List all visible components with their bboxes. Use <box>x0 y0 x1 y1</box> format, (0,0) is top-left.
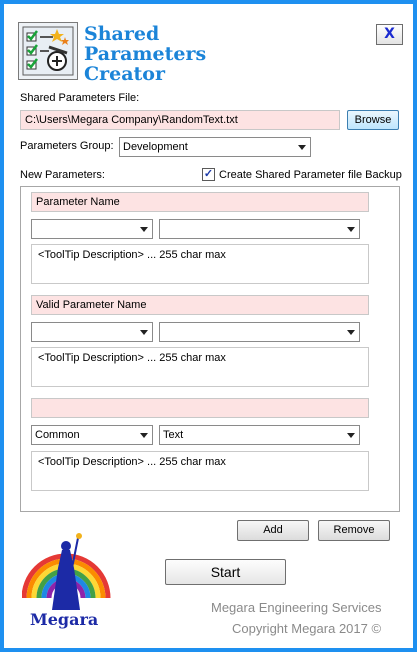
copyright-text: Copyright Megara 2017 © <box>232 621 382 636</box>
file-label: Shared Parameters File: <box>20 92 140 104</box>
browse-button[interactable]: Browse <box>347 110 399 130</box>
parameter-type-select-1[interactable] <box>159 219 360 239</box>
remove-button[interactable]: Remove <box>318 520 390 541</box>
megara-rainbow-icon <box>21 533 111 610</box>
parameters-group-value: Development <box>123 141 188 153</box>
parameter-group-value-3: Common <box>35 429 80 441</box>
checkmark-icon: ✓ <box>203 168 214 180</box>
parameter-name-field-3[interactable] <box>31 398 369 418</box>
title-line-2: Parameters <box>84 43 207 65</box>
chevron-down-icon <box>347 227 355 232</box>
chevron-down-icon <box>347 330 355 335</box>
backup-checkbox[interactable]: ✓ <box>202 168 215 181</box>
tooltip-description-field-3[interactable]: <ToolTip Description> ... 255 char max <box>31 451 369 491</box>
parameter-name-field-2[interactable]: Valid Parameter Name <box>31 295 369 315</box>
close-button[interactable]: X <box>376 24 403 45</box>
app-title: Shared Parameters Creator <box>84 24 206 84</box>
megara-logo: Megara <box>21 528 112 629</box>
chevron-down-icon <box>140 227 148 232</box>
tooltip-description-field-2[interactable]: <ToolTip Description> ... 255 char max <box>31 347 369 387</box>
chevron-down-icon <box>298 145 306 150</box>
chevron-down-icon <box>347 433 355 438</box>
file-path-field[interactable]: C:\Users\Megara Company\RandomText.txt <box>20 110 340 130</box>
chevron-down-icon <box>140 433 148 438</box>
parameter-group-select-1[interactable] <box>31 219 153 239</box>
parameter-group-select-2[interactable] <box>31 322 153 342</box>
parameter-group-select-3[interactable]: Common <box>31 425 153 445</box>
parameter-type-select-2[interactable] <box>159 322 360 342</box>
backup-label: Create Shared Parameter file Backup <box>219 169 402 181</box>
app-logo-icon <box>18 22 78 80</box>
new-parameters-label: New Parameters: <box>20 169 105 181</box>
megara-logo-text: Megara <box>30 610 99 629</box>
start-button[interactable]: Start <box>165 559 286 585</box>
parameter-name-field-1[interactable]: Parameter Name <box>31 192 369 212</box>
tooltip-description-field-1[interactable]: <ToolTip Description> ... 255 char max <box>31 244 369 284</box>
parameters-group-select[interactable]: Development <box>119 137 311 157</box>
group-label: Parameters Group: <box>20 140 114 152</box>
chevron-down-icon <box>140 330 148 335</box>
parameter-type-value-3: Text <box>163 429 184 441</box>
company-name: Megara Engineering Services <box>211 600 382 615</box>
title-line-3: Creator <box>84 63 165 85</box>
add-button[interactable]: Add <box>237 520 309 541</box>
title-line-1: Shared <box>84 23 160 45</box>
parameter-type-select-3[interactable]: Text <box>159 425 360 445</box>
